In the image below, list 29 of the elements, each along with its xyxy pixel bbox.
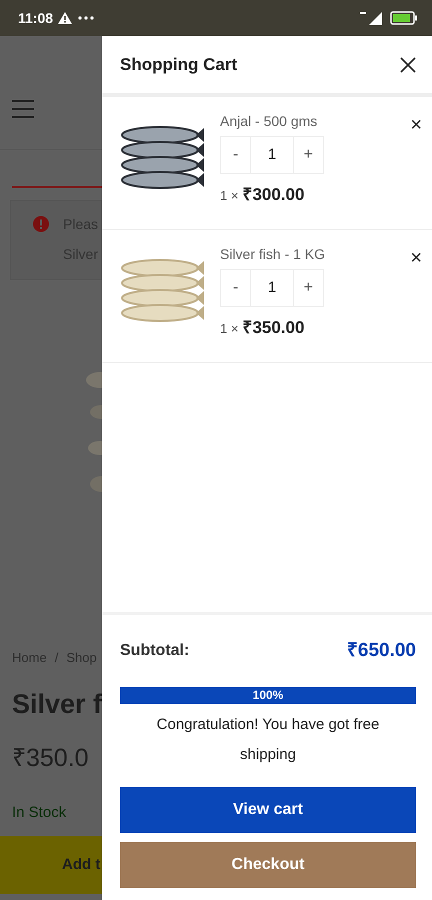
signal-icon [360, 12, 382, 24]
progress-fill: 100% [120, 687, 416, 704]
item-name[interactable]: Silver fish - 1 KG [220, 244, 410, 265]
quantity-label: 1 × [220, 187, 238, 205]
stock-status: In Stock [12, 802, 68, 822]
product-title: Silver f [12, 688, 102, 720]
status-time: 11:08 [18, 8, 54, 28]
breadcrumb-separator: / [54, 649, 58, 667]
shipping-message: Congratulation! You have got free shipping [156, 715, 380, 765]
quantity-label: 1 × [220, 320, 238, 338]
quantity-stepper[interactable]: - 1 + [220, 136, 324, 174]
more-icon [78, 16, 94, 20]
error-icon [33, 216, 49, 232]
subtotal-label: Subtotal: [120, 640, 190, 661]
battery-icon [390, 11, 418, 25]
remove-button[interactable]: × [410, 248, 422, 268]
view-cart-button[interactable]: View cart [120, 787, 416, 833]
subtotal-value: ₹650.00 [346, 638, 416, 662]
warning-icon [58, 12, 72, 24]
remove-button[interactable]: × [410, 115, 422, 135]
item-price: ₹350.00 [242, 317, 304, 339]
item-name[interactable]: Anjal - 500 gms [220, 111, 410, 132]
product-price: ₹350.0 [12, 743, 90, 774]
checkout-button[interactable]: Checkout [120, 842, 416, 888]
close-icon[interactable] [400, 56, 416, 72]
quantity-stepper[interactable]: - 1 + [220, 269, 324, 307]
cart-title: Shopping Cart [120, 54, 238, 76]
menu-icon[interactable] [12, 100, 34, 118]
item-price: ₹300.00 [242, 184, 304, 206]
